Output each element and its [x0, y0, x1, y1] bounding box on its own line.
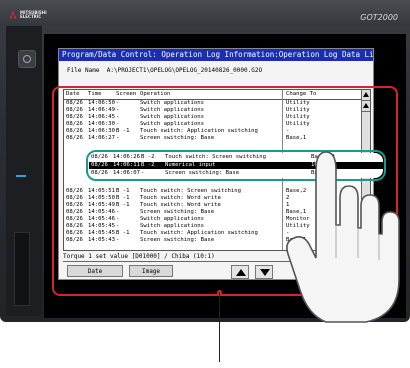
file-path: A:\PROJECT1\OPELOG\OPELOG_20140826_0000.… [106, 67, 263, 74]
file-name-row: File Name A:\PROJECT1\OPELOG\OPELOG_2014… [67, 67, 262, 74]
cell-time: 14:06:26 [113, 154, 140, 160]
brand-logo: MITSUBISHI ELECTRIC [8, 10, 48, 22]
window-title: Program/Data Control: Operation Log Info… [59, 49, 373, 61]
cell-screen: B -2 [141, 154, 155, 160]
cell-screen: B -2 [141, 162, 155, 168]
cell-date: 08/26 [91, 154, 108, 160]
bezel-top-bar [0, 0, 410, 26]
file-name-label: File Name [67, 67, 100, 74]
callout-line [219, 292, 220, 362]
cell-operation: Touch switch: Screen switching [165, 154, 267, 160]
three-diamonds-icon [9, 11, 17, 19]
cell-date: 08/26 [91, 162, 108, 168]
cell-time: 14:06:07 [113, 170, 140, 176]
cell-operation: Numerical input [165, 162, 216, 168]
touch-hand-icon [286, 151, 400, 323]
card-slot [14, 232, 30, 306]
cell-time: 14:06:11 [113, 162, 140, 168]
model-name: GOT2000 [360, 13, 398, 22]
cell-operation: Screen switching: Base [165, 170, 240, 176]
status-led [16, 175, 26, 177]
home-button[interactable] [18, 50, 36, 68]
cell-date: 08/26 [91, 170, 108, 176]
cell-screen: - [141, 170, 145, 176]
brand-text: MITSUBISHI ELECTRIC [20, 10, 47, 19]
